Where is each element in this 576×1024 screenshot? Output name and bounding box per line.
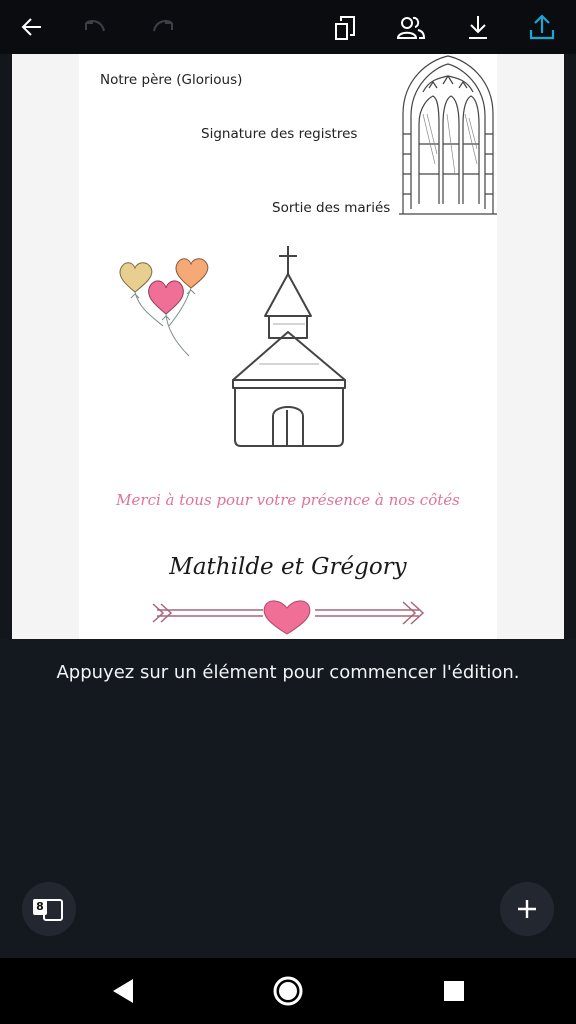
- nav-home-button[interactable]: [265, 968, 311, 1014]
- triangle-back-icon: [113, 979, 133, 1003]
- circle-home-icon: [273, 976, 303, 1006]
- download-icon: [469, 16, 487, 39]
- pages-button[interactable]: 8: [22, 882, 76, 936]
- arrow-left-icon: [21, 18, 41, 36]
- text-notre-pere[interactable]: Notre père (Glorious): [100, 72, 242, 88]
- add-element-button[interactable]: [500, 882, 554, 936]
- text-signature-registres[interactable]: Signature des registres: [201, 126, 357, 142]
- editor-canvas: Notre père (Glorious) Signature des regi…: [0, 54, 576, 639]
- chapel-illustration[interactable]: [229, 244, 349, 454]
- square-recents-icon: [444, 981, 464, 1001]
- redo-icon: [153, 20, 173, 32]
- system-navigation-bar: [0, 958, 576, 1024]
- undo-icon: [85, 20, 105, 32]
- back-button[interactable]: [9, 4, 55, 50]
- redo-button[interactable]: [140, 4, 186, 50]
- collaborate-button[interactable]: [388, 4, 434, 50]
- text-sortie-maries[interactable]: Sortie des mariés: [272, 200, 390, 216]
- thanks-text[interactable]: Merci à tous pour votre présence à nos c…: [79, 491, 497, 509]
- download-button[interactable]: [455, 4, 501, 50]
- gothic-window-illustration[interactable]: [399, 54, 497, 216]
- plus-icon: [518, 900, 536, 918]
- edit-hint-text: Appuyez sur un élément pour commencer l'…: [56, 662, 520, 683]
- undo-button[interactable]: [72, 4, 118, 50]
- nav-back-button[interactable]: [100, 968, 146, 1014]
- design-page[interactable]: Notre père (Glorious) Signature des regi…: [79, 54, 497, 639]
- people-icon: [396, 16, 426, 39]
- resize-button[interactable]: [323, 4, 369, 50]
- heart-balloons-illustration[interactable]: [115, 256, 215, 360]
- resize-copy-icon: [335, 16, 355, 40]
- share-upload-icon: [529, 14, 555, 40]
- heart-arrow-divider[interactable]: [151, 596, 425, 636]
- couple-names-text[interactable]: Mathilde et Grégory: [79, 554, 497, 580]
- nav-recents-button[interactable]: [431, 968, 477, 1014]
- top-toolbar: [0, 0, 576, 54]
- share-button[interactable]: [519, 4, 565, 50]
- pages-count: 8: [33, 899, 47, 915]
